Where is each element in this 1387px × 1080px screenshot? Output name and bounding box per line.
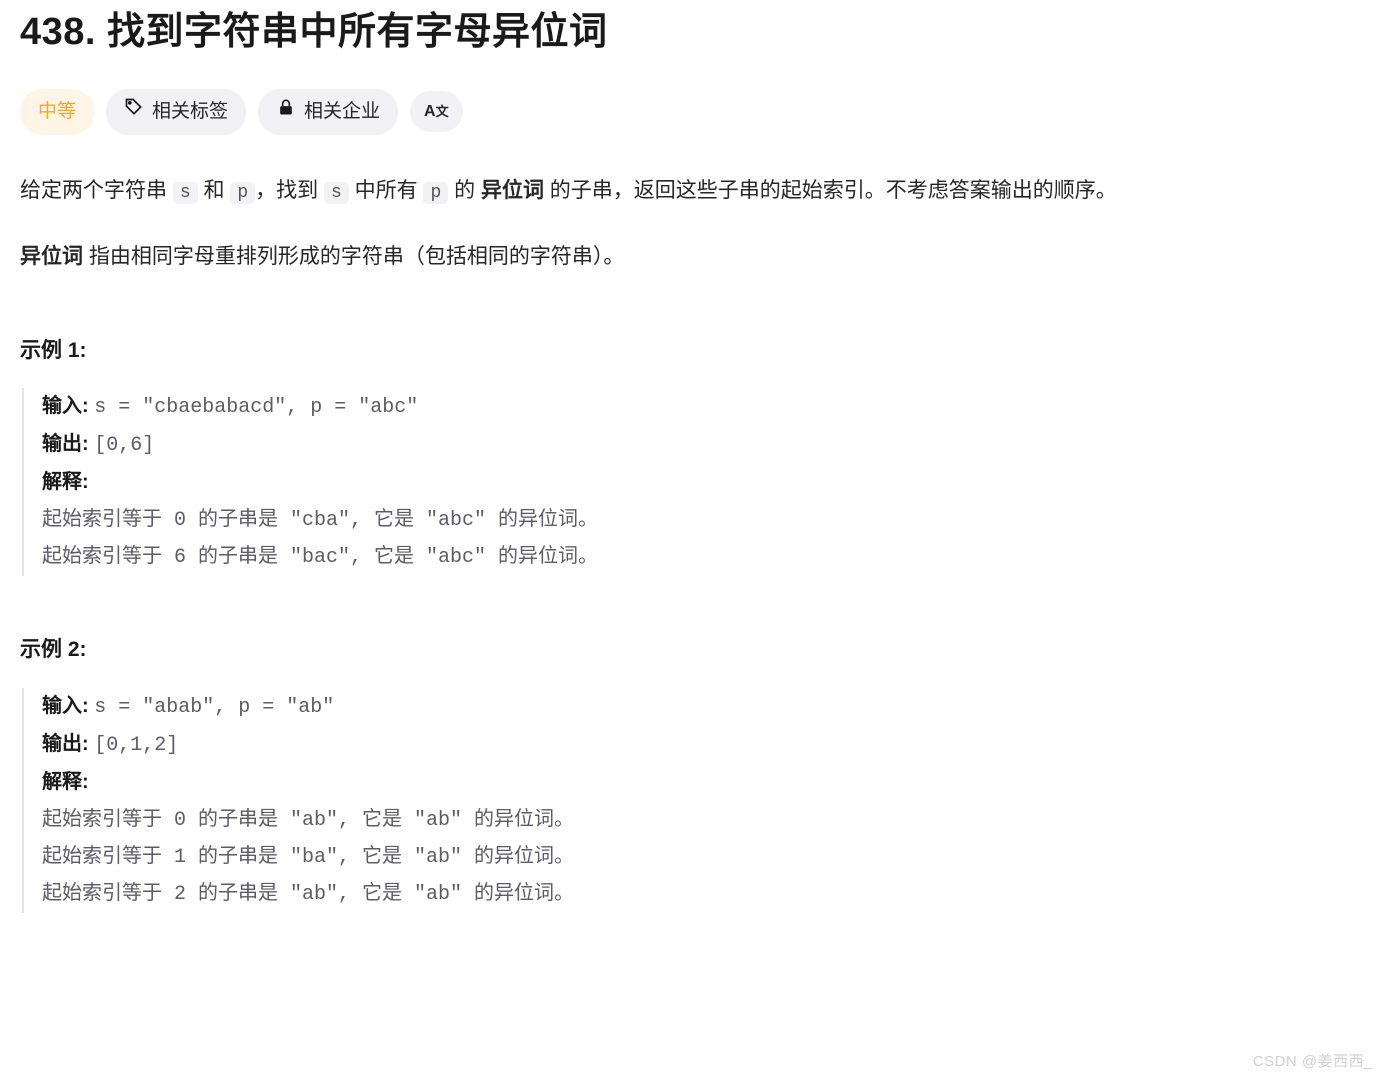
anagram-def-bold: 异位词	[20, 245, 89, 268]
example-1-explain-label: 解释:	[42, 464, 1367, 502]
tags-badge[interactable]: 相关标签	[106, 89, 246, 135]
badge-row: 中等 相关标签 相关企业 A文	[20, 89, 1367, 135]
code-p: p	[230, 182, 255, 204]
description-paragraph-2: 异位词 指由相同字母重排列形成的字符串（包括相同的字符串）。	[20, 237, 1367, 277]
translate-badge[interactable]: A文	[410, 91, 463, 132]
example-1-heading: 示例 1:	[20, 333, 1367, 369]
problem-title: 438. 找到字符串中所有字母异位词	[20, 0, 1367, 65]
example-2-input: 输入: s = "abab", p = "ab"	[42, 688, 1367, 726]
problem-name: 找到字符串中所有字母异位词	[107, 11, 608, 53]
tag-icon	[124, 96, 144, 128]
example-2-explain-line-0: 起始索引等于 0 的子串是 "ab", 它是 "ab" 的异位词。	[42, 802, 1367, 839]
translate-icon: A文	[424, 98, 449, 125]
problem-number: 438.	[20, 11, 96, 53]
lock-icon	[276, 96, 296, 128]
example-1-explain-line-1: 起始索引等于 6 的子串是 "bac", 它是 "abc" 的异位词。	[42, 539, 1367, 576]
example-1-output: 输出: [0,6]	[42, 426, 1367, 464]
example-2-heading: 示例 2:	[20, 632, 1367, 668]
anagram-bold: 异位词	[481, 179, 544, 202]
difficulty-badge[interactable]: 中等	[20, 89, 94, 135]
example-2-explain-line-2: 起始索引等于 2 的子串是 "ab", 它是 "ab" 的异位词。	[42, 876, 1367, 913]
example-2-output: 输出: [0,1,2]	[42, 726, 1367, 764]
companies-label: 相关企业	[304, 96, 380, 128]
watermark: CSDN @姜西西_	[1253, 1049, 1373, 1075]
example-2-block: 输入: s = "abab", p = "ab" 输出: [0,1,2] 解释:…	[22, 688, 1367, 913]
example-2-explain-label: 解释:	[42, 764, 1367, 802]
example-1-explain-line-0: 起始索引等于 0 的子串是 "cba", 它是 "abc" 的异位词。	[42, 502, 1367, 539]
description-paragraph-1: 给定两个字符串 s 和 p，找到 s 中所有 p 的 异位词 的子串，返回这些子…	[20, 171, 1367, 211]
tags-label: 相关标签	[152, 96, 228, 128]
example-2-explain-line-1: 起始索引等于 1 的子串是 "ba", 它是 "ab" 的异位词。	[42, 839, 1367, 876]
code-s: s	[173, 182, 198, 204]
example-1-input: 输入: s = "cbaebabacd", p = "abc"	[42, 388, 1367, 426]
example-1-block: 输入: s = "cbaebabacd", p = "abc" 输出: [0,6…	[22, 388, 1367, 576]
code-s2: s	[324, 182, 349, 204]
code-p2: p	[423, 182, 448, 204]
difficulty-label: 中等	[38, 96, 76, 128]
companies-badge[interactable]: 相关企业	[258, 89, 398, 135]
